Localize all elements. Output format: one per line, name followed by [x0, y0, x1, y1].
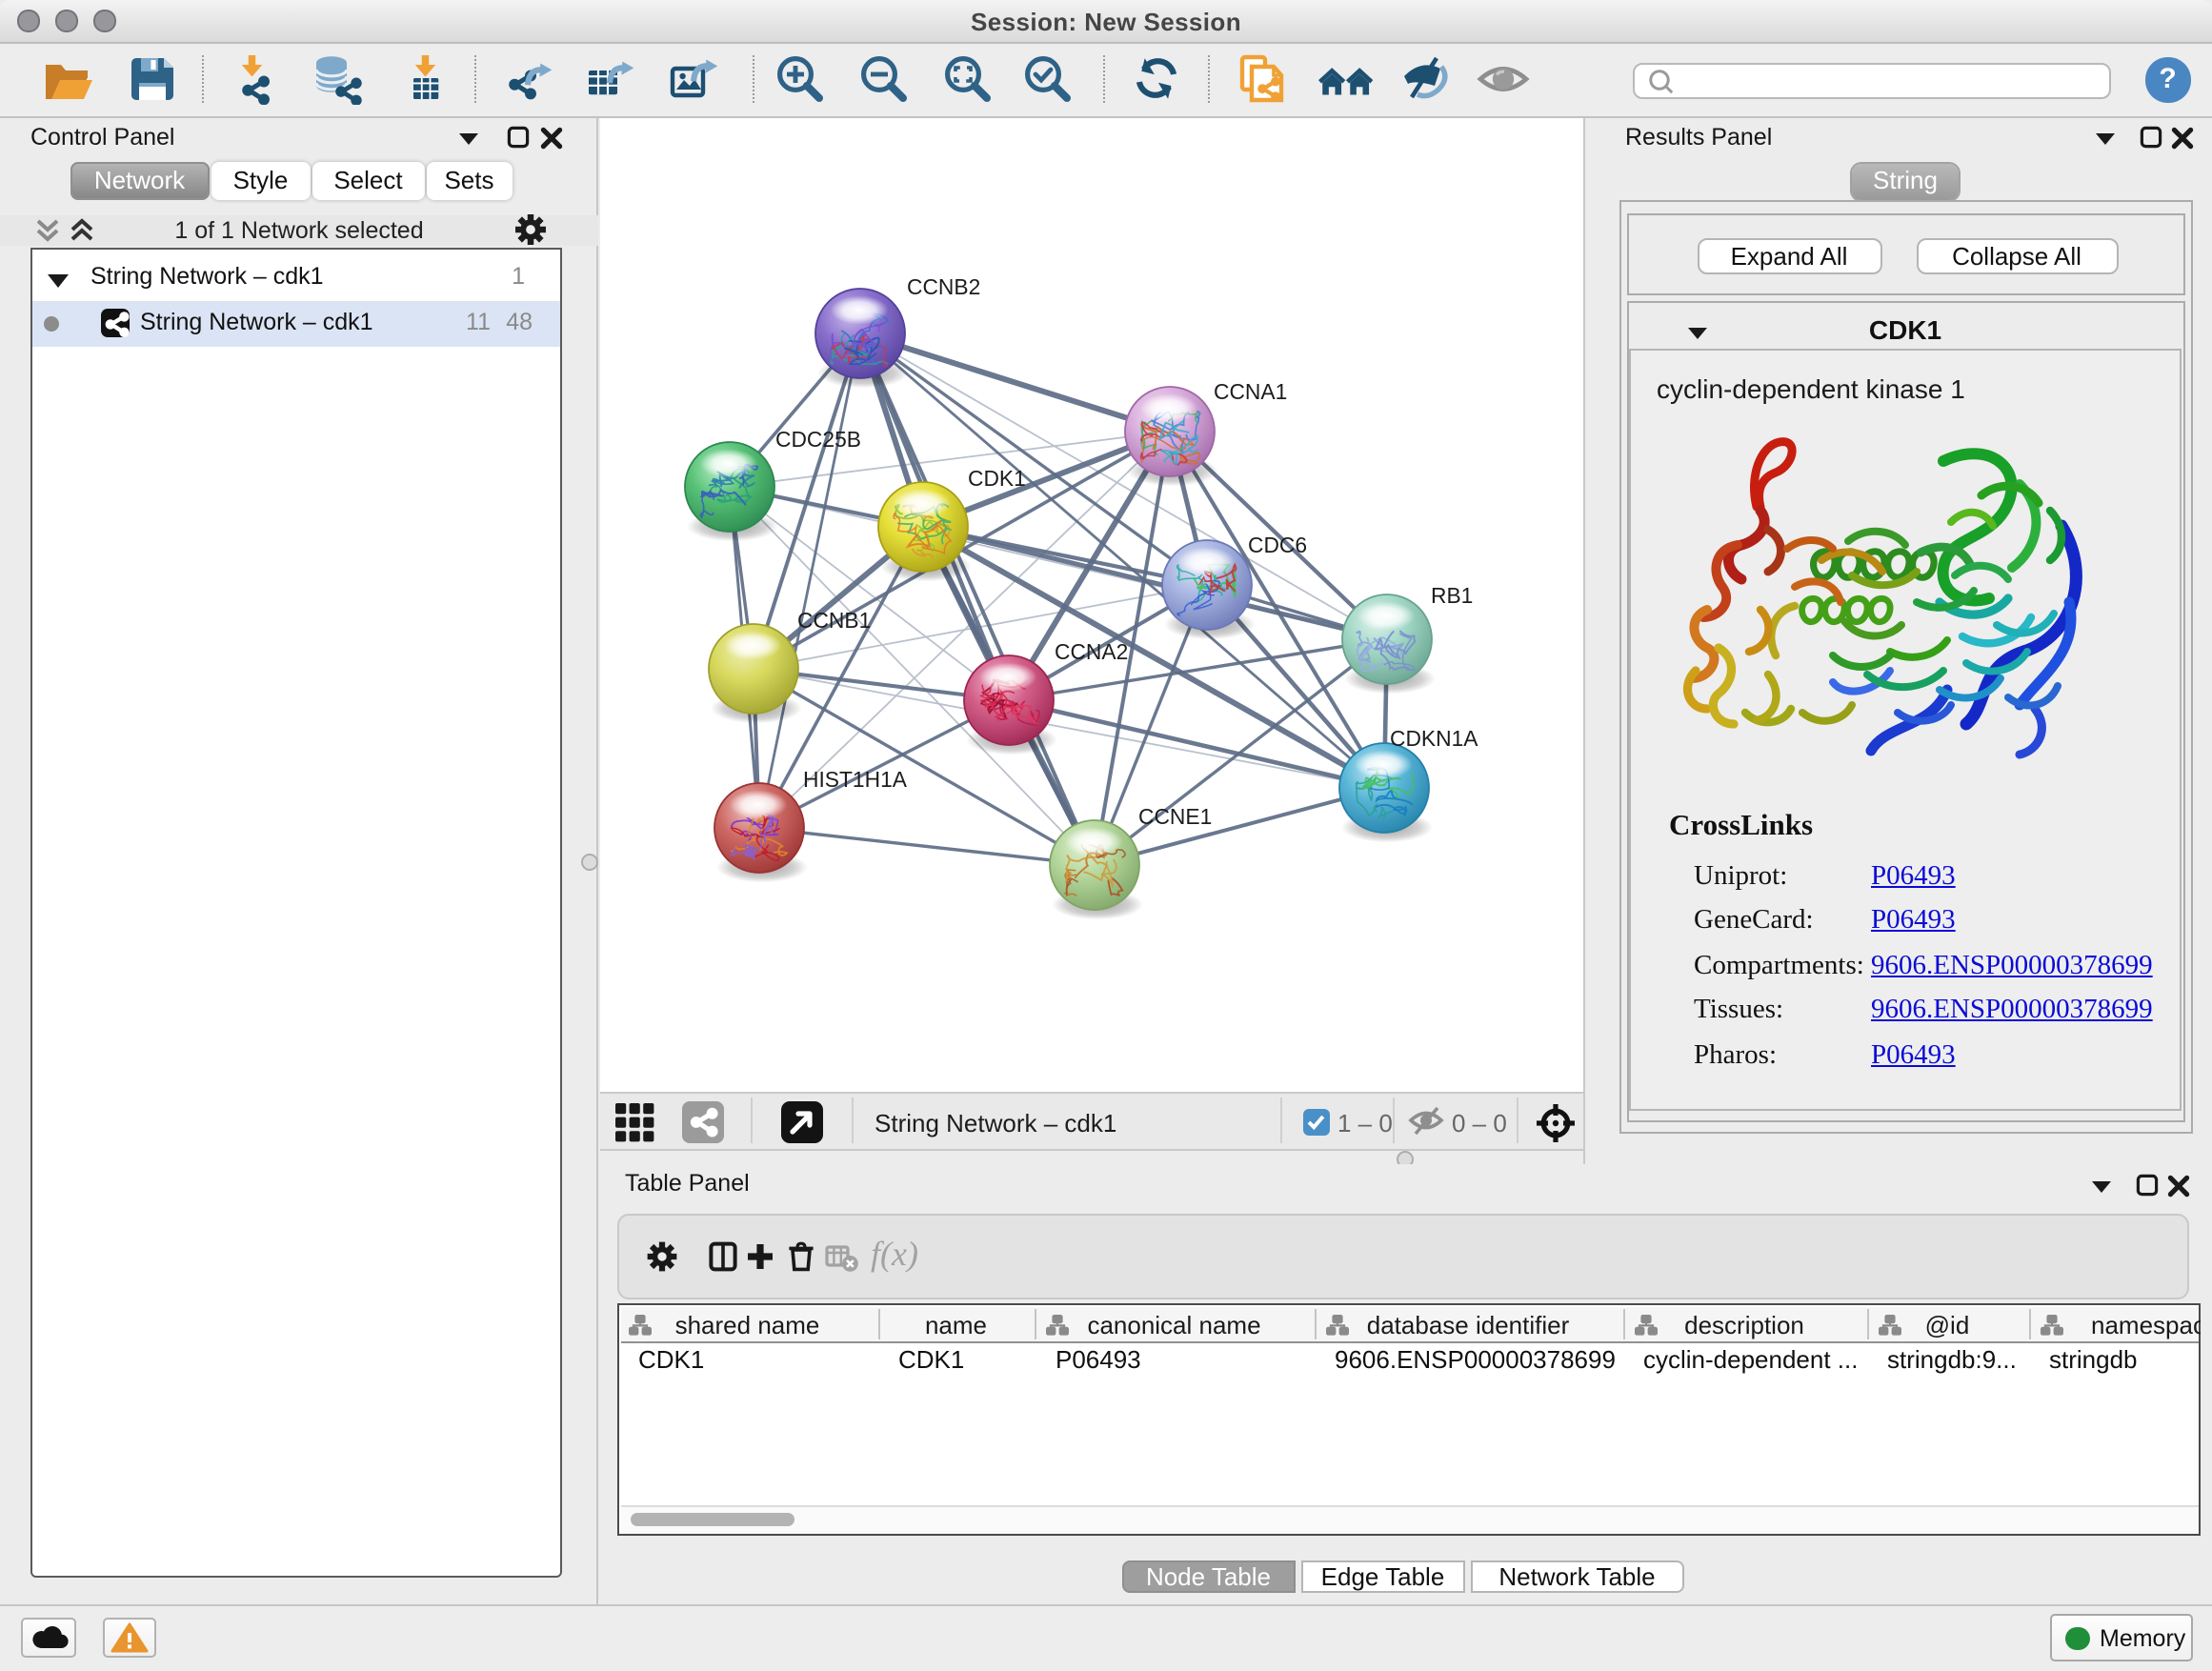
svg-text:CCNB2: CCNB2	[907, 273, 980, 298]
svg-text:CCNA1: CCNA1	[1214, 378, 1287, 403]
svg-text:CDC6: CDC6	[1248, 532, 1307, 556]
svg-text:CCNE1: CCNE1	[1138, 803, 1212, 828]
svg-text:HIST1H1A: HIST1H1A	[803, 766, 908, 791]
svg-text:RB1: RB1	[1431, 582, 1473, 607]
svg-text:CCNB1: CCNB1	[797, 607, 871, 632]
svg-text:CDC25B: CDC25B	[775, 426, 861, 451]
svg-text:CDKN1A: CDKN1A	[1390, 725, 1478, 750]
svg-text:CDK1: CDK1	[968, 465, 1026, 490]
svg-text:CCNA2: CCNA2	[1055, 638, 1128, 663]
